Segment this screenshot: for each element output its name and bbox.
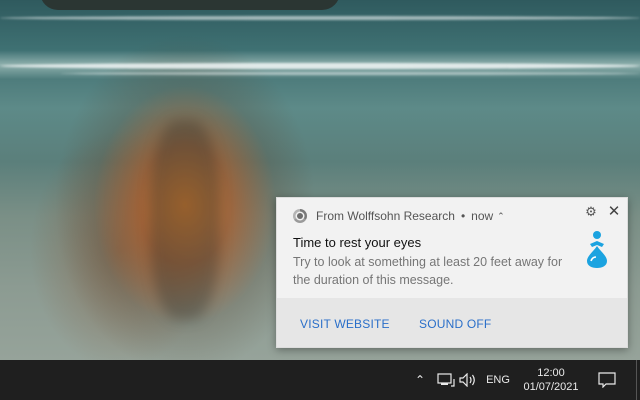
water-drop-person-icon: [587, 231, 607, 268]
notification-time: now: [471, 209, 494, 223]
header-separator: •: [460, 209, 466, 223]
taskbar: ⌃ ENG 12:00 01/07/2021: [0, 360, 640, 400]
notification-body: Try to look at something at least 20 fee…: [293, 255, 563, 287]
language-indicator[interactable]: ENG: [484, 360, 512, 400]
chevron-up-icon[interactable]: ⌃: [412, 360, 428, 400]
notification-actions: VISIT WEBSITE SOUND OFF: [277, 298, 627, 347]
show-desktop-button[interactable]: [636, 360, 637, 400]
volume-icon[interactable]: [458, 360, 480, 400]
notification-center-icon[interactable]: [596, 360, 618, 400]
notification-toast[interactable]: From Wolffsohn Research • now ⌃ ⚙ ✕ Time…: [276, 197, 628, 348]
gear-icon[interactable]: ⚙: [584, 205, 598, 219]
notification-header: From Wolffsohn Research • now ⌃: [293, 208, 505, 224]
network-icon[interactable]: [436, 360, 456, 400]
wallpaper-wave: [0, 16, 640, 20]
visit-website-button[interactable]: VISIT WEBSITE: [300, 317, 390, 331]
wallpaper-reflection: [150, 120, 220, 320]
notification-title: Time to rest your eyes: [293, 235, 422, 250]
taskbar-clock[interactable]: 12:00 01/07/2021: [519, 360, 583, 400]
notification-source: From Wolffsohn Research: [316, 209, 455, 223]
clock-time: 12:00: [537, 367, 565, 379]
wallpaper-wave: [60, 72, 640, 75]
chrome-icon: [293, 209, 307, 223]
close-icon[interactable]: ✕: [606, 204, 622, 220]
clock-date: 01/07/2021: [523, 381, 579, 393]
sound-off-button[interactable]: SOUND OFF: [419, 317, 491, 331]
chevron-up-icon[interactable]: ⌃: [497, 211, 505, 222]
wallpaper-rock: [40, 0, 340, 10]
wallpaper-wave: [0, 63, 640, 69]
